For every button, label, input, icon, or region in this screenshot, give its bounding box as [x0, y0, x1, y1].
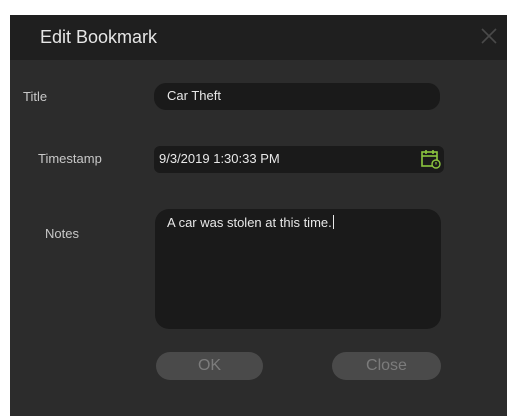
timestamp-value: 9/3/2019 1:30:33 PM [159, 151, 280, 166]
text-cursor [332, 215, 334, 229]
timestamp-label: Timestamp [38, 151, 102, 166]
close-button[interactable]: Close [332, 352, 441, 380]
edit-bookmark-dialog: Edit Bookmark Title Car Theft Timestamp … [10, 15, 507, 416]
calendar-icon[interactable] [420, 149, 442, 169]
dialog-title: Edit Bookmark [40, 27, 158, 47]
dialog-titlebar: Edit Bookmark [10, 15, 507, 60]
timestamp-field[interactable]: 9/3/2019 1:30:33 PM [154, 146, 444, 173]
notes-content: A car was stolen at this time. [167, 215, 334, 231]
notes-value: A car was stolen at this time. [167, 215, 332, 230]
notes-label: Notes [45, 226, 79, 241]
ok-button[interactable]: OK [156, 352, 263, 380]
title-field[interactable]: Car Theft [154, 83, 440, 110]
notes-textarea[interactable]: A car was stolen at this time. [155, 209, 441, 329]
title-label: Title [23, 89, 48, 104]
close-icon[interactable] [479, 26, 499, 46]
title-value: Car Theft [167, 88, 221, 103]
